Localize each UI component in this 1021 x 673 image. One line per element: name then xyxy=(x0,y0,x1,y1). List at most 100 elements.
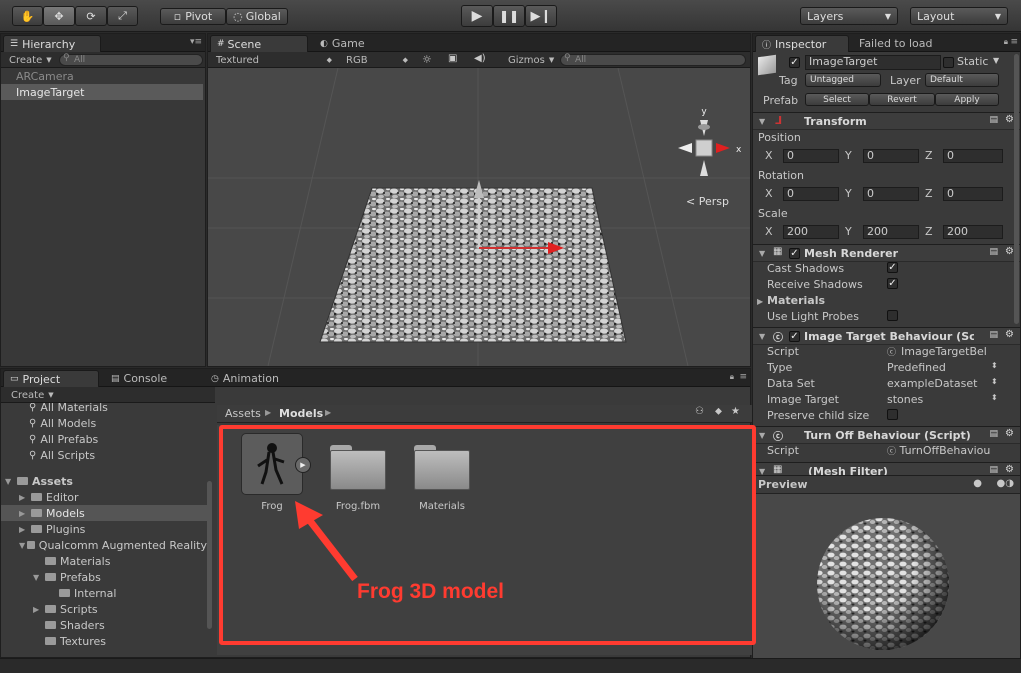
global-button[interactable]: ◌ Global xyxy=(226,8,288,25)
position-x-field[interactable]: 0 xyxy=(783,149,839,163)
lock-icon[interactable]: 🔒︎ xyxy=(1004,37,1008,47)
tag-dropdown[interactable]: Untagged xyxy=(805,73,881,87)
foldout-icon[interactable]: ▼ xyxy=(19,541,27,550)
project-tree-item[interactable]: ▶ Plugins xyxy=(1,521,207,537)
help-icon[interactable]: ▤ xyxy=(989,330,998,340)
lights-icon[interactable]: ●◑ xyxy=(997,478,1014,489)
sun-icon[interactable]: ☼ xyxy=(422,53,432,66)
gear-icon[interactable]: ⚙ xyxy=(1005,464,1014,475)
scale-y-field[interactable]: 200 xyxy=(863,225,919,239)
panel-menu-icon[interactable]: ▾≡ xyxy=(190,37,202,47)
tab-scene[interactable]: # Scene xyxy=(210,35,308,52)
favorite-item[interactable]: ⚲ All Models xyxy=(1,415,207,431)
position-x-label[interactable]: X xyxy=(765,149,773,162)
project-tree-item[interactable]: ▼ Qualcomm Augmented Reality xyxy=(1,537,207,553)
audio-icon[interactable]: ◀) xyxy=(474,53,486,64)
scale-x-label[interactable]: X xyxy=(765,225,773,238)
tab-hierarchy[interactable]: ☰ Hierarchy xyxy=(3,35,101,52)
panel-menu-icon[interactable]: ≡ xyxy=(739,372,747,382)
image-target-field-value[interactable]: stones xyxy=(887,393,987,406)
project-tree-item[interactable]: Materials xyxy=(1,553,207,569)
tab-failed-to-load[interactable]: Failed to load xyxy=(853,35,953,52)
breadcrumb-assets[interactable]: Assets xyxy=(225,407,261,420)
play-button[interactable]: ▶ xyxy=(461,5,493,27)
asset-materials-folder[interactable]: Materials xyxy=(409,439,475,519)
turn-off-behaviour-header[interactable]: ▼ ⓒ Turn Off Behaviour (Script) ▤ ⚙ xyxy=(753,426,1020,444)
foldout-icon[interactable]: ▶ xyxy=(19,525,31,534)
project-tree-item[interactable]: ▼ Assets xyxy=(1,473,207,489)
scene-search-input[interactable]: All xyxy=(560,54,746,66)
gear-icon[interactable]: ⚙ xyxy=(1005,246,1014,257)
foldout-icon[interactable]: ▶ xyxy=(19,493,31,502)
tab-animation[interactable]: ◷ Animation xyxy=(205,370,305,387)
gear-icon[interactable]: ⚙ xyxy=(1005,428,1014,439)
project-tree-item[interactable]: ▶ Editor xyxy=(1,489,207,505)
image-target-behaviour-header[interactable]: ▼ ⓒ ✓ Image Target Behaviour (Scri ▤ ⚙ xyxy=(753,327,1020,345)
image-icon[interactable]: ▣ xyxy=(448,53,457,64)
position-y-field[interactable]: 0 xyxy=(863,149,919,163)
rotate-tool-button[interactable]: ⟳ xyxy=(75,6,107,26)
pause-button[interactable]: ❚❚ xyxy=(493,5,525,27)
receive-shadows-checkbox[interactable]: ✓ xyxy=(887,278,898,289)
preview-sphere[interactable] xyxy=(815,516,951,652)
scale-tool-button[interactable]: ⤢ xyxy=(107,6,138,26)
tab-game[interactable]: ◐ Game xyxy=(314,35,404,52)
move-tool-button[interactable]: ✥ xyxy=(43,6,75,26)
scale-y-label[interactable]: Y xyxy=(845,225,852,238)
project-create-dropdown[interactable]: Create ▼ xyxy=(7,388,54,402)
rotation-y-field[interactable]: 0 xyxy=(863,187,919,201)
help-icon[interactable]: ▤ xyxy=(989,247,998,257)
textured-dropdown[interactable]: Textured ◆ xyxy=(212,53,336,67)
materials-foldout[interactable]: ▶ Materials xyxy=(757,294,825,307)
preserve-child-size-checkbox[interactable] xyxy=(887,409,898,420)
breadcrumb-models[interactable]: Models xyxy=(279,407,323,420)
scale-z-label[interactable]: Z xyxy=(925,225,933,238)
project-tree-item[interactable]: Shaders xyxy=(1,617,207,633)
rotation-x-field[interactable]: 0 xyxy=(783,187,839,201)
image-target-field-value[interactable]: ImageTargetBel xyxy=(901,345,1001,358)
layer-dropdown[interactable]: Default xyxy=(925,73,999,87)
rotation-x-label[interactable]: X xyxy=(765,187,773,200)
gear-icon[interactable]: ⚙ xyxy=(1005,114,1014,125)
project-tree-item[interactable]: Textures xyxy=(1,633,207,649)
tab-inspector[interactable]: ⓘ Inspector xyxy=(755,35,849,52)
layout-dropdown[interactable]: Layout ▼ xyxy=(910,7,1008,25)
transform-header[interactable]: ▼ ⅃ Transform ▤ ⚙ xyxy=(753,112,1020,130)
dropdown-arrows-icon[interactable]: ⬍ xyxy=(991,361,998,370)
tab-project[interactable]: ▭ Project xyxy=(3,370,99,387)
foldout-icon[interactable]: ▶ xyxy=(33,605,45,614)
object-name-field[interactable]: ImageTarget xyxy=(805,55,941,70)
project-tree-item[interactable]: ▶ Scripts xyxy=(1,601,207,617)
inspector-scrollbar[interactable] xyxy=(1014,54,1019,324)
expand-asset-icon[interactable]: ▶ xyxy=(295,457,311,473)
filter-type-icon[interactable]: ⚇ xyxy=(695,406,704,417)
foldout-icon[interactable]: ▶ xyxy=(19,509,31,518)
favorite-item[interactable]: ⚲ All Materials xyxy=(1,403,207,415)
tree-scrollbar[interactable] xyxy=(207,481,212,629)
image-target-field-value[interactable]: Predefined xyxy=(887,361,987,374)
panel-menu-icon[interactable]: ≡ xyxy=(1010,37,1018,47)
mesh-renderer-checkbox[interactable]: ✓ xyxy=(789,248,800,259)
image-target-plane[interactable] xyxy=(319,187,627,343)
orientation-gizmo[interactable] xyxy=(678,120,730,176)
tab-console[interactable]: ▤ Console xyxy=(105,370,195,387)
hierarchy-create-dropdown[interactable]: Create ▼ xyxy=(5,53,52,67)
position-y-label[interactable]: Y xyxy=(845,149,852,162)
position-z-label[interactable]: Z xyxy=(925,149,933,162)
prefab-select-button[interactable]: Select xyxy=(805,93,869,106)
static-checkbox[interactable] xyxy=(943,57,954,68)
position-z-field[interactable]: 0 xyxy=(943,149,1003,163)
image-target-field-value[interactable]: exampleDataset xyxy=(887,377,987,390)
hierarchy-search-input[interactable]: All xyxy=(59,54,203,66)
image-target-checkbox[interactable]: ✓ xyxy=(789,331,800,342)
scene-viewport[interactable]: y x < Persp xyxy=(208,68,750,366)
light-probes-checkbox[interactable] xyxy=(887,310,898,321)
step-button[interactable]: ▶❙ xyxy=(525,5,557,27)
rotation-z-field[interactable]: 0 xyxy=(943,187,1003,201)
gear-icon[interactable]: ⚙ xyxy=(1005,329,1014,340)
favorite-item[interactable]: ⚲ All Scripts xyxy=(1,447,207,463)
scale-z-field[interactable]: 200 xyxy=(943,225,1003,239)
hand-tool-button[interactable]: ✋ xyxy=(12,6,43,26)
help-icon[interactable]: ▤ xyxy=(989,465,998,475)
gizmos-dropdown[interactable]: Gizmos ▼ xyxy=(504,53,554,67)
